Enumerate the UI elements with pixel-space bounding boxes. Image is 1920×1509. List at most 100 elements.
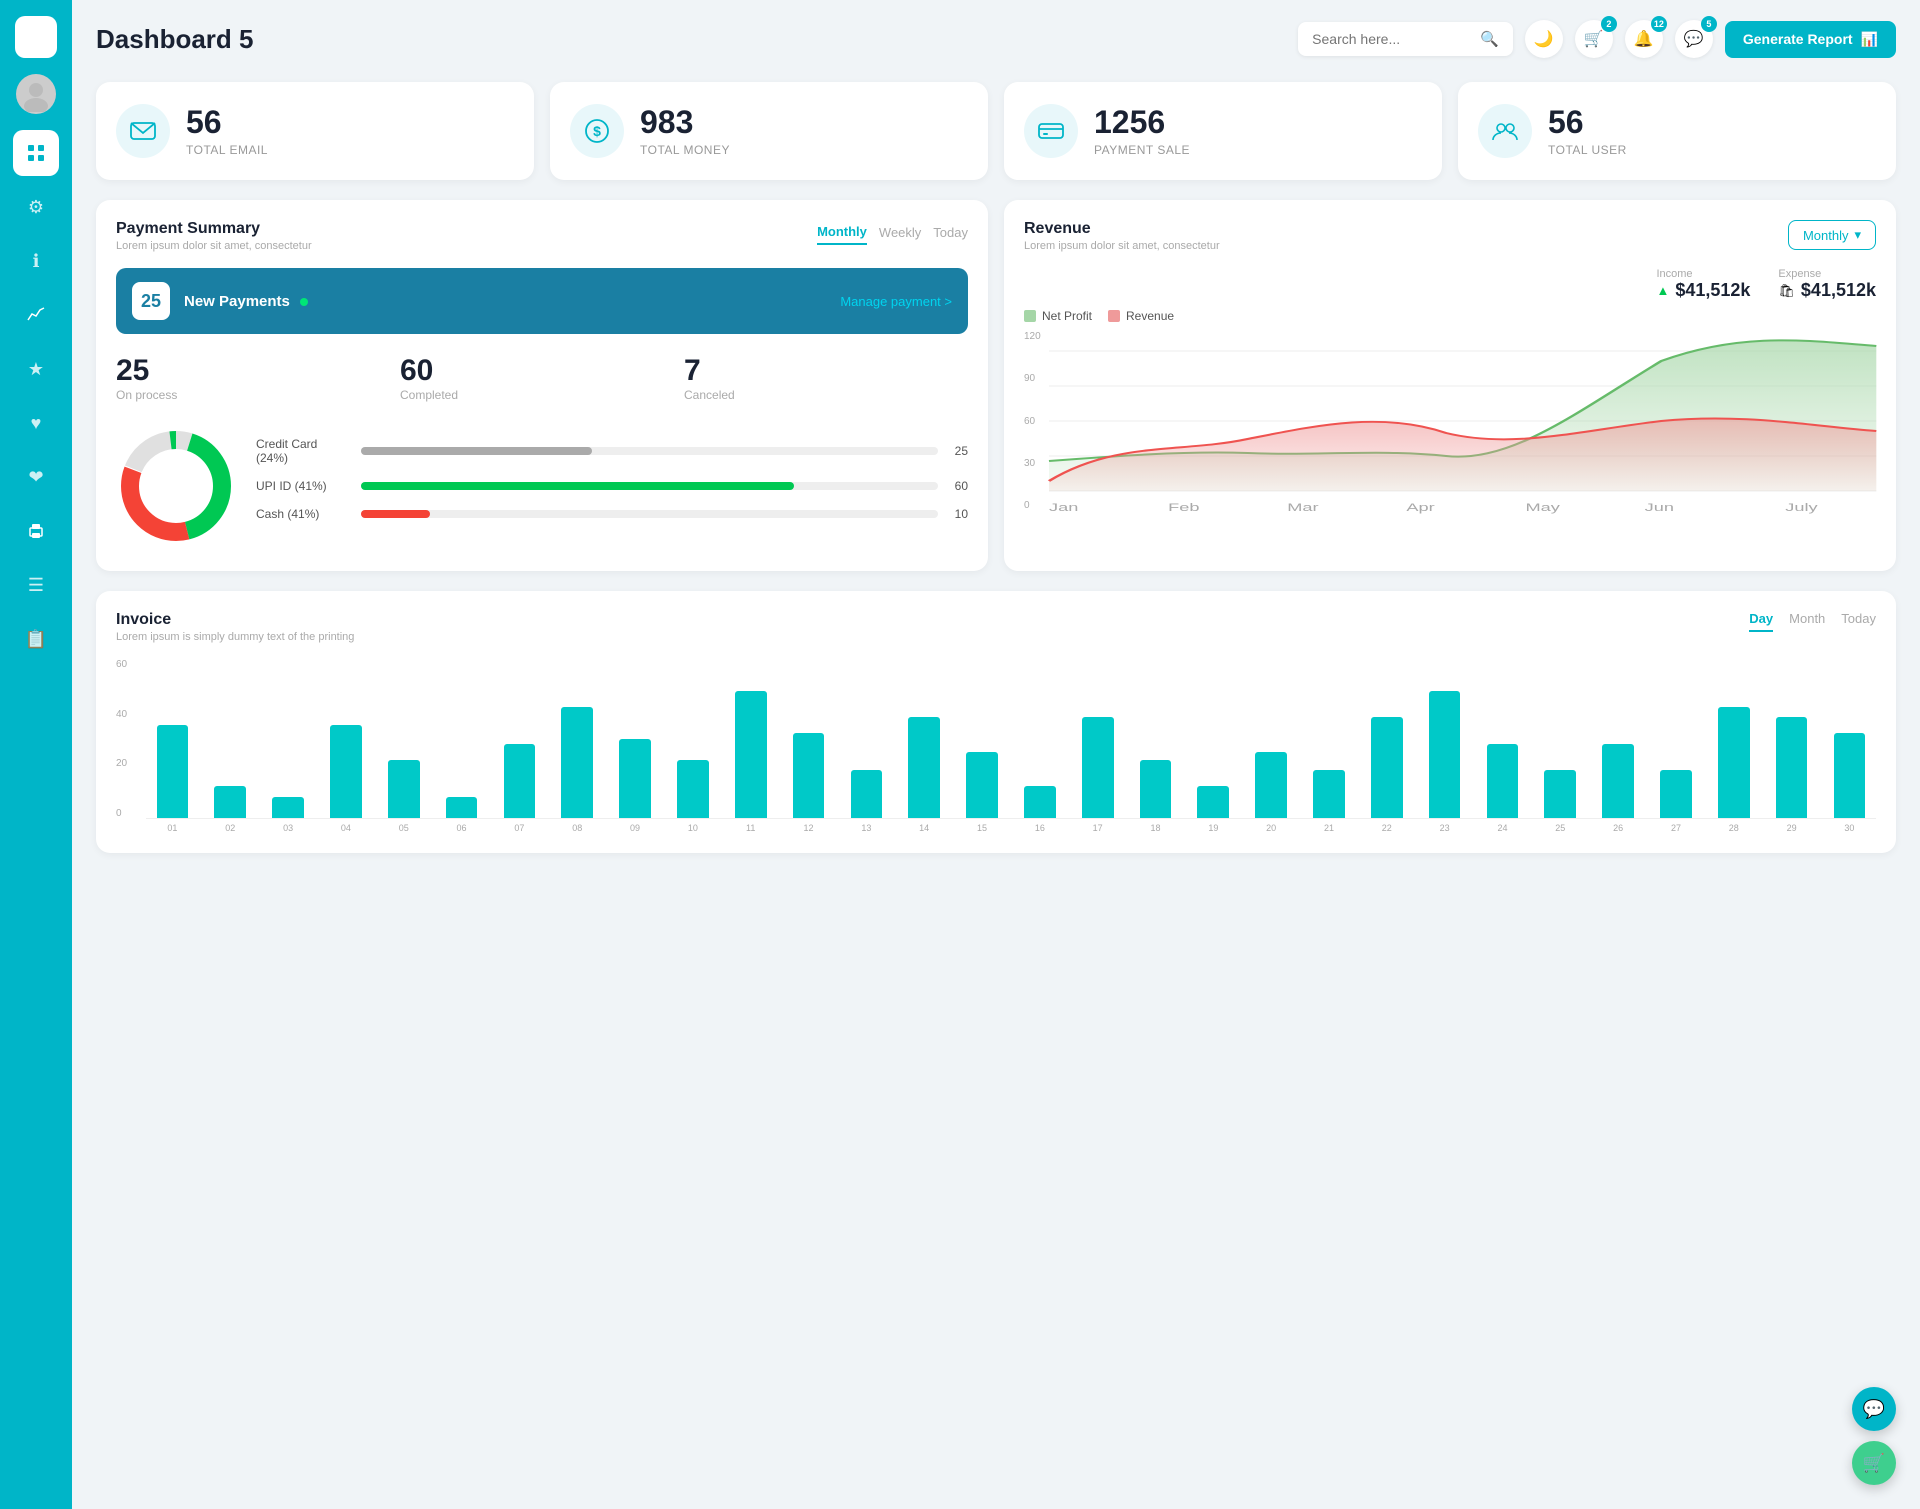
- payment-bottom: Credit Card (24%) 25 UPI ID (41%) 60: [116, 426, 968, 546]
- sidebar-item-chart[interactable]: [13, 292, 59, 338]
- stat-number-email: 56: [186, 105, 268, 140]
- revenue-svg-chart: Jan Feb Mar Apr May Jun July: [1049, 331, 1876, 551]
- cart-button[interactable]: 🛒 2: [1575, 20, 1613, 58]
- pbar-track-upi: [361, 482, 938, 490]
- tab-today[interactable]: Today: [1841, 611, 1876, 632]
- sidebar-item-info[interactable]: ℹ: [13, 238, 59, 284]
- sidebar-item-menu[interactable]: ☰: [13, 562, 59, 608]
- bar-22: [1371, 717, 1403, 818]
- completed-label: Completed: [400, 388, 684, 402]
- bar-12: [793, 733, 825, 818]
- x-label-july: July: [1785, 501, 1818, 513]
- invoice-tabs: Day Month Today: [1749, 611, 1876, 632]
- legend-net-profit: Net Profit: [1024, 309, 1092, 323]
- bar-col-16: [1013, 659, 1066, 818]
- trio-completed: 60 Completed: [400, 354, 684, 402]
- payment-tabs: Monthly Weekly Today: [817, 220, 968, 245]
- stat-card-money: $ 983 TOTAL MONEY: [550, 82, 988, 180]
- support-fab[interactable]: 💬: [1852, 1387, 1896, 1431]
- x-label-06: 06: [435, 823, 488, 833]
- header-actions: 🔍 🌙 🛒 2 🔔 12 💬 5 Generate Report 📊: [1298, 20, 1896, 58]
- expense-row: 🛍 $41,512k: [1778, 280, 1876, 301]
- bar-col-03: [262, 659, 315, 818]
- y-label-120: 120: [1024, 331, 1041, 342]
- tab-today[interactable]: Today: [933, 221, 968, 244]
- stat-card-payment: 1256 PAYMENT SALE: [1004, 82, 1442, 180]
- fab-group: 💬 🛒: [1852, 1387, 1896, 1485]
- x-label-07: 07: [493, 823, 546, 833]
- revenue-header: Revenue Lorem ipsum dolor sit amet, cons…: [1024, 220, 1876, 252]
- x-label-01: 01: [146, 823, 199, 833]
- cart-fab[interactable]: 🛒: [1852, 1441, 1896, 1485]
- bar-13: [851, 770, 883, 818]
- x-label-02: 02: [204, 823, 257, 833]
- bar-15: [966, 752, 998, 818]
- y-axis-labels: 120 90 60 30 0: [1024, 331, 1049, 531]
- bell-badge: 12: [1651, 16, 1667, 32]
- x-label-18: 18: [1129, 823, 1182, 833]
- stat-number-user: 56: [1548, 105, 1627, 140]
- x-label-mar: Mar: [1287, 501, 1318, 513]
- revenue-legend-label: Revenue: [1126, 309, 1174, 323]
- bar-col-21: [1303, 659, 1356, 818]
- tab-monthly[interactable]: Monthly: [817, 220, 867, 245]
- sidebar-item-settings[interactable]: ⚙: [13, 184, 59, 230]
- bar-20: [1255, 752, 1287, 818]
- pbar-val-credit: 25: [948, 444, 968, 458]
- completed-number: 60: [400, 354, 684, 388]
- generate-report-button[interactable]: Generate Report 📊: [1725, 21, 1896, 58]
- expense-amount: $41,512k: [1801, 280, 1876, 301]
- moon-icon: 🌙: [1534, 29, 1554, 49]
- x-label-16: 16: [1013, 823, 1066, 833]
- avatar[interactable]: [16, 74, 56, 114]
- y-label-60: 60: [116, 659, 127, 670]
- sidebar-item-heart2[interactable]: ❤: [13, 454, 59, 500]
- revenue-dropdown[interactable]: Monthly ▾: [1788, 220, 1876, 250]
- bell-button[interactable]: 🔔 12: [1625, 20, 1663, 58]
- expense-bag-icon: 🛍: [1778, 283, 1795, 299]
- pbar-fill-credit: [361, 447, 592, 455]
- net-profit-dot: [1024, 310, 1036, 322]
- stat-card-user: 56 TOTAL USER: [1458, 82, 1896, 180]
- tab-day[interactable]: Day: [1749, 611, 1773, 632]
- stat-card-email: 56 TOTAL EMAIL: [96, 82, 534, 180]
- sidebar-item-print[interactable]: [13, 508, 59, 554]
- pbar-label-cash: Cash (41%): [256, 507, 351, 521]
- cart-fab-icon: 🛒: [1863, 1453, 1885, 1474]
- pbar-credit-card: Credit Card (24%) 25: [256, 437, 968, 465]
- sidebar-item-grid[interactable]: [13, 130, 59, 176]
- main-content: Dashboard 5 🔍 🌙 🛒 2 🔔 12 💬 5 Gen: [72, 0, 1920, 1509]
- bar-col-07: [493, 659, 546, 818]
- tab-weekly[interactable]: Weekly: [879, 221, 921, 244]
- bar-col-15: [956, 659, 1009, 818]
- invoice-subtitle: Lorem ipsum is simply dummy text of the …: [116, 631, 354, 643]
- pbar-fill-upi: [361, 482, 794, 490]
- bar-chart-icon: 📊: [1861, 31, 1878, 48]
- bar-col-09: [609, 659, 662, 818]
- cart-badge: 2: [1601, 16, 1617, 32]
- x-label-03: 03: [262, 823, 315, 833]
- stat-info-email: 56 TOTAL EMAIL: [186, 105, 268, 156]
- tab-month[interactable]: Month: [1789, 611, 1825, 632]
- sidebar-item-heart[interactable]: ♥: [13, 400, 59, 446]
- sidebar-item-list[interactable]: 📋: [13, 616, 59, 662]
- revenue-title: Revenue: [1024, 220, 1220, 238]
- chat-button[interactable]: 💬 5: [1675, 20, 1713, 58]
- sidebar-logo: [15, 16, 57, 58]
- revenue-card: Revenue Lorem ipsum dolor sit amet, cons…: [1004, 200, 1896, 571]
- search-icon: 🔍: [1480, 30, 1499, 48]
- on-process-number: 25: [116, 354, 400, 388]
- stat-label-money: TOTAL MONEY: [640, 143, 730, 157]
- x-label-jan: Jan: [1049, 501, 1078, 513]
- cart-icon: 🛒: [1584, 29, 1604, 49]
- x-label-08: 08: [551, 823, 604, 833]
- search-input[interactable]: [1312, 31, 1472, 47]
- theme-toggle-button[interactable]: 🌙: [1525, 20, 1563, 58]
- y-label-60: 60: [1024, 416, 1041, 427]
- manage-payment-link[interactable]: Manage payment >: [840, 294, 952, 309]
- bar-col-12: [782, 659, 835, 818]
- sidebar-item-star[interactable]: ★: [13, 346, 59, 392]
- bar-09: [619, 739, 651, 819]
- page-title: Dashboard 5: [96, 24, 254, 55]
- stats-row: 56 TOTAL EMAIL $ 983 TOTAL MONEY 1256 PA…: [96, 82, 1896, 180]
